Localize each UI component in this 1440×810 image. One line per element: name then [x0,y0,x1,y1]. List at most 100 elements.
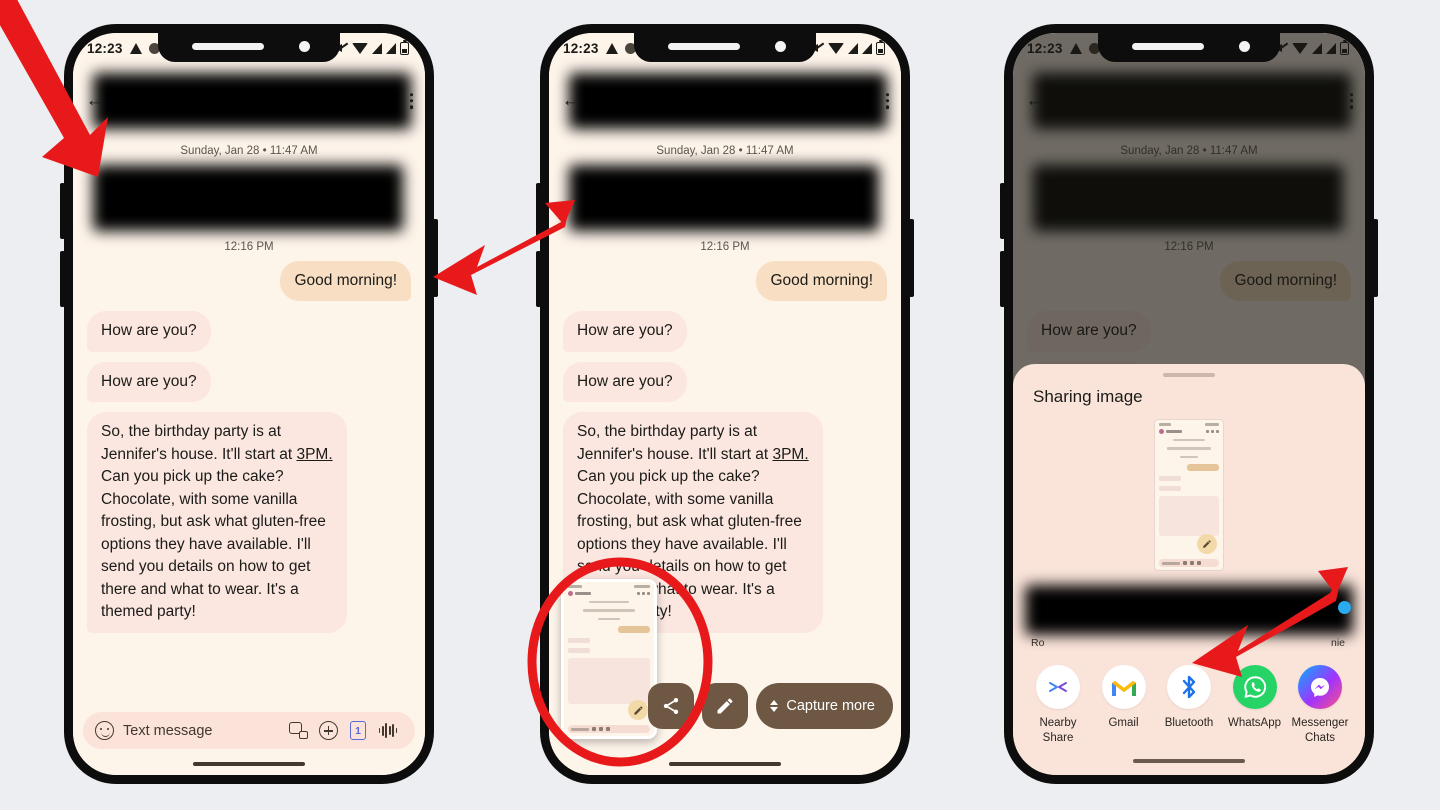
power-button-3[interactable] [1373,219,1378,297]
share-target-label-bluetooth: Bluetooth [1164,717,1214,730]
battery-icon [400,39,409,55]
phone-notch [158,33,340,62]
share-target-nearby-share[interactable]: Nearby Share [1027,665,1089,745]
screenshot-thumbnail-content [564,582,654,736]
capture-more-label: Capture more [786,698,875,714]
share-image-preview[interactable] [1154,419,1224,572]
long-line-4b: Chocolate, with some vanilla [577,490,774,508]
redacted-contacts [1025,585,1353,636]
screenshot-preview-thumbnail[interactable] [561,579,657,739]
power-button[interactable] [433,219,438,297]
redacted-message-bubble [93,165,403,231]
front-camera [299,41,310,52]
text-message-input[interactable]: Text message [114,723,283,739]
edit-pencil-icon-mini [628,700,648,720]
share-target-whatsapp[interactable]: WhatsApp [1224,665,1286,745]
earpiece-speaker-2 [668,43,740,50]
message-bubble-incoming-2b[interactable]: How are you? [563,361,687,403]
screenshot-stage: 12:23 id ← [0,0,1440,810]
phone-3-screen: 12:23 id ← [1013,33,1365,775]
home-indicator-2[interactable] [549,753,901,775]
long-line-5b: frosting, but ask what gluten-free [577,513,802,531]
battery-icon-2 [876,39,885,55]
edit-pencil-icon-share [1197,534,1217,555]
earpiece-speaker-3 [1132,43,1204,50]
phone-2-screenshot-taken: 12:23 id ← [536,24,914,784]
phone-1-conversation: 12:23 id ← [60,24,438,784]
messenger-icon [1298,665,1342,710]
triangle-icon [129,42,142,54]
phone-3-share-sheet: 12:23 id ← [1000,24,1378,784]
message-bubble-incoming-1[interactable]: How are you? [87,311,211,352]
status-clock-2: 12:23 [563,40,599,56]
front-camera-3 [1239,41,1250,52]
home-indicator-3[interactable] [1013,747,1365,769]
wifi-icon [352,42,368,54]
volume-up-button-2[interactable] [536,183,541,239]
volume-down-button-3[interactable] [1000,251,1005,307]
share-sheet-title: Sharing image [1033,387,1143,407]
message-bubble-incoming-2[interactable]: How are you? [87,361,211,403]
phone-2-screen: 12:23 id ← [549,33,901,775]
overflow-menu-icon[interactable] [409,93,413,109]
long-line-4: Chocolate, with some vanilla [101,490,298,508]
signal-icon [372,42,382,54]
message-timestamp-2: 12:16 PM [700,241,750,253]
message-bubble-outgoing[interactable]: Good morning! [280,261,411,302]
long-line-8: there and what to wear. It's a [101,580,299,598]
power-button-2[interactable] [909,219,914,297]
message-bubble-long[interactable]: So, the birthday party is at Jennifer's … [87,412,347,633]
message-composer: Text message 1 [73,706,425,753]
long-line-3: Can you pick up the cake? [101,468,284,486]
date-separator-2: Sunday, Jan 28 • 11:47 AM [656,145,794,157]
back-icon[interactable]: ← [81,90,109,112]
edit-button[interactable] [702,683,749,729]
voice-waveform-icon[interactable] [373,722,403,739]
phone-notch-3 [1098,33,1280,62]
redacted-contact-name-2 [569,73,887,129]
share-target-bluetooth[interactable]: Bluetooth [1158,665,1220,745]
share-target-messenger[interactable]: Messenger Chats [1289,665,1351,745]
whatsapp-icon [1232,665,1277,710]
direct-share-contacts-row: Ro nie [1023,583,1355,655]
sheet-drag-handle[interactable] [1163,373,1215,378]
home-indicator[interactable] [73,753,425,775]
share-button[interactable] [648,683,695,729]
back-icon-2[interactable]: ← [557,90,585,112]
share-target-label-nearby: Nearby Share [1039,717,1077,744]
redacted-contact-name [93,73,411,129]
long-line-7: send you details on how to get [101,558,311,576]
screenshot-action-bar: Capture more [648,683,893,729]
signal-icon-4 [862,42,872,54]
share-target-gmail[interactable]: Gmail [1093,665,1155,745]
volume-up-button[interactable] [60,183,65,239]
message-bubble-outgoing-2[interactable]: Good morning! [756,261,887,302]
message-bubble-incoming-1b[interactable]: How are you? [563,311,687,352]
volume-up-button-3[interactable] [1000,183,1005,239]
share-target-label-whatsapp: WhatsApp [1227,717,1282,730]
share-target-label-gmail: Gmail [1108,717,1139,730]
time-link[interactable]: 3PM. [296,446,332,463]
triangle-icon-2 [605,42,618,54]
sim-icon[interactable]: 1 [343,721,373,740]
emoji-icon[interactable] [95,721,114,740]
contact-label-2[interactable]: nie [1331,637,1345,649]
gallery-icon[interactable] [283,722,313,739]
capture-more-button[interactable]: Capture more [756,683,893,729]
capture-more-arrows-icon [770,700,779,712]
long-line-7b: send you details on how to get [577,558,787,576]
plus-icon[interactable] [313,721,343,740]
volume-down-button[interactable] [60,251,65,307]
volume-down-button-2[interactable] [536,251,541,307]
contact-label-1[interactable]: Ro [1031,637,1044,649]
overflow-menu-icon-2[interactable] [885,93,889,109]
status-clock: 12:23 [87,40,123,56]
redacted-message-block [73,161,425,239]
share-preview-content [1155,420,1223,571]
front-camera-2 [775,41,786,52]
share-target-label-messenger: Messenger Chats [1291,717,1349,744]
long-line-3b: Can you pick up the cake? [577,468,760,486]
conversation-app-bar-2: ← [549,63,901,139]
long-line-6: options they have available. I'll [101,535,311,553]
time-link-2[interactable]: 3PM. [772,446,808,463]
